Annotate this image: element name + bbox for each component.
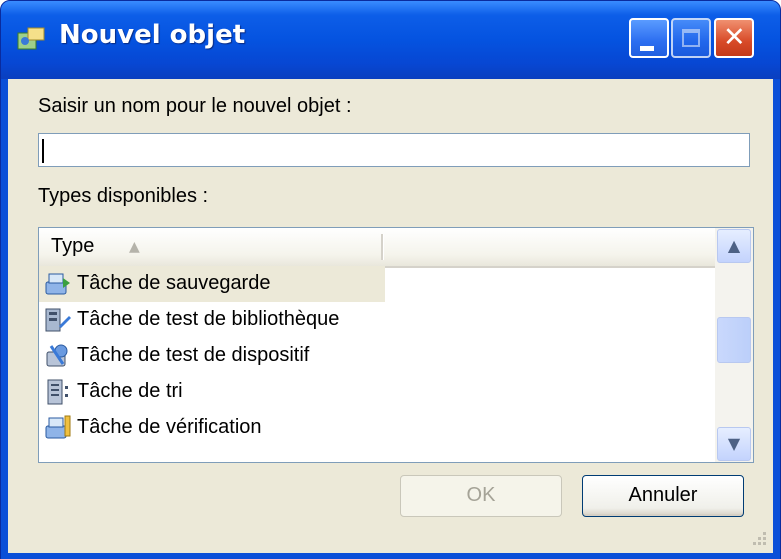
scroll-down-button[interactable]: ▼: [717, 427, 751, 461]
backup-task-icon: [45, 273, 70, 295]
list-item-label: Tâche de test de bibliothèque: [77, 308, 340, 330]
library-test-task-icon: [45, 308, 71, 332]
object-name-input[interactable]: [38, 133, 750, 167]
list-item[interactable]: Tâche de tri: [39, 374, 715, 410]
name-label: Saisir un nom pour le nouvel objet :: [38, 95, 352, 117]
types-list[interactable]: Type ▲ Tâche de sauvegarde Tâche de test…: [38, 227, 754, 463]
column-header-type[interactable]: Type: [51, 235, 94, 258]
maximize-button[interactable]: [671, 18, 711, 58]
types-label: Types disponibles :: [38, 185, 209, 207]
vertical-scrollbar[interactable]: ▲ ▼: [715, 228, 753, 462]
new-object-icon: [17, 27, 45, 50]
sort-ascending-icon: ▲: [129, 239, 140, 255]
list-item[interactable]: Tâche de sauvegarde: [39, 266, 715, 302]
resize-grip-icon[interactable]: [746, 527, 768, 549]
cancel-button[interactable]: Annuler: [582, 475, 744, 517]
list-item-label: Tâche de test de dispositif: [77, 344, 310, 366]
title-bar[interactable]: Nouvel objet ✕: [1, 1, 780, 79]
list-item-label: Tâche de vérification: [77, 416, 262, 438]
chevron-down-icon: ▼: [727, 434, 741, 453]
close-button[interactable]: ✕: [714, 18, 754, 58]
verification-task-icon: [45, 415, 71, 439]
list-item-label: Tâche de tri: [77, 380, 183, 402]
window-bottom-border: [1, 553, 780, 559]
list-item[interactable]: Tâche de test de dispositif: [39, 338, 715, 374]
device-test-task-icon: [46, 344, 68, 367]
sort-task-icon: [47, 379, 68, 405]
minimize-icon: [640, 46, 654, 51]
maximize-icon: [682, 29, 700, 47]
scroll-up-button[interactable]: ▲: [717, 229, 751, 263]
close-icon: ✕: [723, 22, 746, 53]
window-title: Nouvel objet: [59, 20, 246, 50]
minimize-button[interactable]: [629, 18, 669, 58]
list-header: Type ▲: [39, 228, 715, 268]
chevron-up-icon: ▲: [727, 236, 741, 255]
column-separator[interactable]: [381, 234, 384, 260]
scrollbar-thumb[interactable]: [717, 317, 751, 363]
list-item[interactable]: Tâche de vérification: [39, 410, 715, 446]
dialog-body: Saisir un nom pour le nouvel objet : Typ…: [8, 79, 773, 553]
ok-button[interactable]: OK: [400, 475, 562, 517]
text-caret: [42, 139, 44, 163]
dialog-window: Nouvel objet ✕ Saisir un nom pour le nou…: [0, 0, 781, 559]
list-item-label: Tâche de sauvegarde: [77, 272, 271, 294]
list-item[interactable]: Tâche de test de bibliothèque: [39, 302, 715, 338]
